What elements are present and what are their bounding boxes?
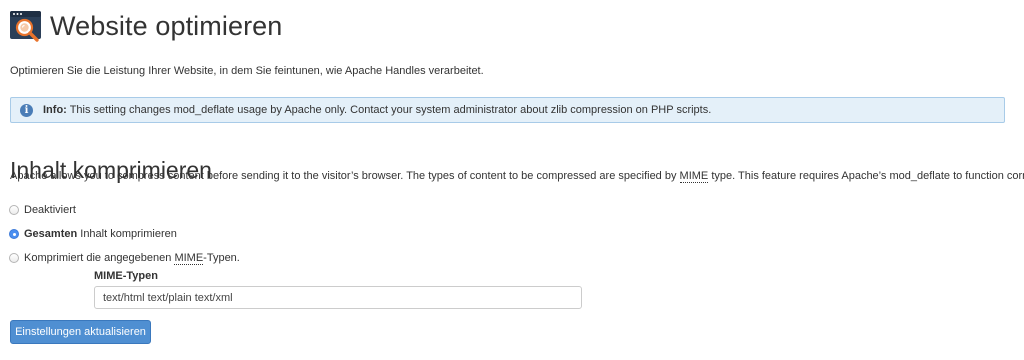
website-optimize-magnifier-icon — [10, 11, 41, 42]
info-alert-message: This setting changes mod_deflate usage b… — [69, 104, 712, 116]
radio-label-disabled: Deaktiviert — [24, 204, 76, 216]
radio-label-compress-mime-part: -Typen. — [203, 252, 240, 264]
radio-button-disabled[interactable] — [9, 205, 19, 215]
section-description-part: Apache allows you to compress content be… — [10, 170, 680, 182]
radio-label-compress-all-strong: Gesamten — [24, 228, 78, 240]
mime-types-label: MIME-Typen — [94, 270, 158, 282]
page: Website optimieren Optimieren Sie die Le… — [0, 0, 1024, 360]
radio-option-compress-all[interactable]: Gesamten Inhalt komprimieren — [9, 227, 177, 241]
update-settings-button[interactable]: Einstellungen aktualisieren — [10, 320, 151, 344]
info-alert-text: Info: This setting changes mod_deflate u… — [43, 103, 711, 117]
radio-label-compress-all-rest: Inhalt komprimieren — [77, 228, 177, 240]
radio-label-compress-mime: Komprimiert die angegebenen MIME-Typen. — [24, 251, 240, 265]
section-description-part: type. This feature requires Apache’s mod… — [708, 170, 1024, 182]
radio-button-compress-all[interactable] — [9, 229, 19, 239]
page-header: Website optimieren — [9, 9, 282, 43]
info-alert-label: Info: — [43, 104, 67, 116]
mime-types-input[interactable] — [94, 286, 582, 309]
radio-label-compress-mime-part: Komprimiert die angegebenen — [24, 252, 175, 264]
info-alert: i Info: This setting changes mod_deflate… — [10, 97, 1005, 123]
page-description: Optimieren Sie die Leistung Ihrer Websit… — [10, 65, 484, 77]
mime-abbreviation: MIME — [174, 252, 204, 265]
radio-option-disabled[interactable]: Deaktiviert — [9, 203, 76, 217]
section-description: Apache allows you to compress content be… — [10, 169, 1024, 183]
mime-abbreviation: MIME — [679, 170, 709, 183]
page-title: Website optimieren — [50, 11, 283, 41]
radio-button-compress-mime[interactable] — [9, 253, 19, 263]
radio-label-compress-all: Gesamten Inhalt komprimieren — [24, 227, 177, 241]
info-circle-icon: i — [20, 103, 33, 117]
radio-option-compress-mime[interactable]: Komprimiert die angegebenen MIME-Typen. — [9, 251, 240, 265]
